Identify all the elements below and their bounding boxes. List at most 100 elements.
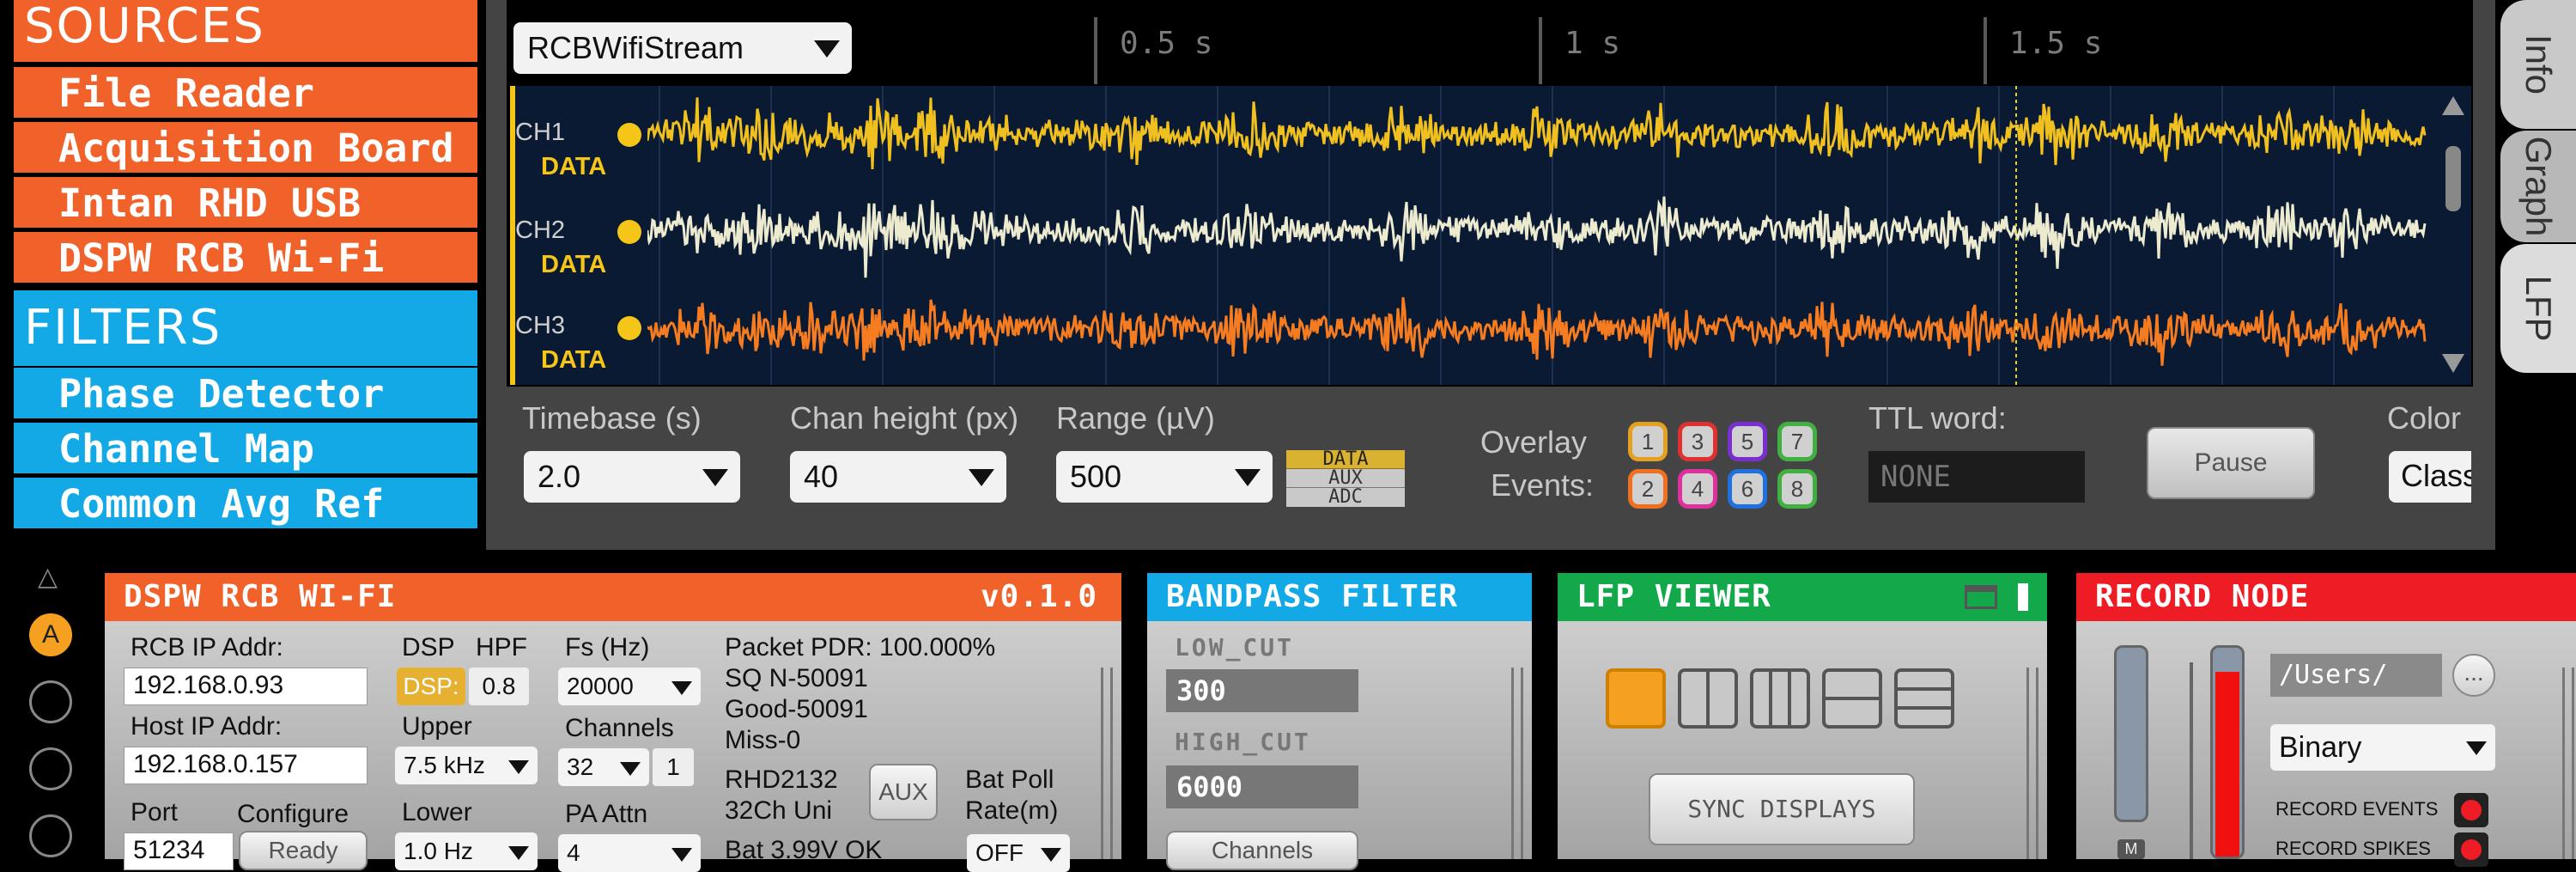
tab-info[interactable]: Info — [2500, 0, 2576, 129]
type-button-adc[interactable]: ADC — [1286, 488, 1405, 507]
ruler-divider — [1539, 17, 1542, 84]
port-field[interactable]: 51234 — [124, 832, 234, 870]
tab-icon[interactable] — [2018, 583, 2028, 611]
fs-select[interactable]: 20000 — [558, 668, 701, 705]
filters-header[interactable]: FILTERS — [14, 290, 477, 366]
timebase-value: 2.0 — [538, 459, 581, 494]
filter-channel-map[interactable]: Channel Map — [14, 423, 477, 476]
channel-scrollbar[interactable] — [2439, 93, 2468, 376]
dspw-scrollbar[interactable] — [1101, 668, 1113, 859]
range-select[interactable]: 500 — [1056, 451, 1273, 503]
layout-split-vertical-3-icon[interactable] — [1750, 668, 1810, 729]
record-path-field[interactable]: /Users/ — [2270, 654, 2442, 697]
high-cut-label: HIGH_CUT — [1175, 728, 1311, 756]
record-format-select[interactable]: Binary — [2270, 724, 2495, 771]
event-toggle-2[interactable]: 2 — [1628, 469, 1668, 509]
sources-header[interactable]: SOURCES — [14, 0, 477, 62]
upper-select[interactable]: 7.5 kHz — [395, 747, 538, 784]
channels-extra-field[interactable]: 1 — [653, 748, 694, 786]
type-button-data[interactable]: DATA — [1286, 450, 1405, 469]
channels-button[interactable]: Channels — [1166, 831, 1358, 870]
tab-graph[interactable]: Graph — [2500, 131, 2576, 242]
event-toggle-3[interactable]: 3 — [1678, 422, 1717, 461]
meter-m-label: M — [2124, 840, 2138, 857]
record-spikes-toggle[interactable] — [2454, 832, 2488, 867]
pa-attn-select[interactable]: 4 — [558, 834, 701, 872]
chevron-down-icon — [814, 40, 840, 58]
chain-a-button[interactable]: A — [29, 613, 72, 656]
type-button-aux[interactable]: AUX — [1286, 469, 1405, 488]
channels-label: Channels — [565, 714, 674, 742]
bandpass-title[interactable]: BANDPASS FILTER — [1147, 573, 1532, 621]
channel-status-dot[interactable] — [617, 123, 641, 147]
ttl-word-label: TTL word: — [1868, 400, 2007, 436]
channel-status-dot[interactable] — [617, 220, 641, 244]
color-scheme-select[interactable]: Classic — [2389, 451, 2471, 503]
upper-value: 7.5 kHz — [404, 752, 485, 778]
ruler-divider — [1984, 17, 1987, 84]
pause-button[interactable]: Pause — [2147, 427, 2315, 499]
lower-select[interactable]: 1.0 Hz — [395, 832, 538, 870]
channel-status-dot[interactable] — [617, 316, 641, 340]
source-dspw-rcb-wifi[interactable]: DSPW RCB Wi-Fi — [14, 232, 477, 285]
scroll-thumb[interactable] — [2445, 146, 2461, 211]
signal-traces — [647, 86, 2427, 385]
filter-phase-detector[interactable]: Phase Detector — [14, 368, 477, 421]
lfp-viewer-scrollbar[interactable] — [2026, 668, 2038, 859]
chip-config: 32Ch Uni — [725, 796, 833, 825]
event-toggle-6[interactable]: 6 — [1728, 469, 1767, 509]
dspw-title-bar[interactable]: DSPW RCB WI-FI v0.1.0 — [105, 573, 1121, 621]
rcb-ip-field[interactable]: 192.168.0.93 — [124, 668, 368, 705]
source-file-reader[interactable]: File Reader — [14, 67, 477, 120]
window-icon[interactable] — [1965, 585, 1997, 609]
timebase-select[interactable]: 2.0 — [524, 451, 740, 503]
dsp-toggle-button[interactable]: DSP: — [397, 668, 465, 705]
chan-height-select[interactable]: 40 — [790, 451, 1006, 503]
event-toggle-7[interactable]: 7 — [1777, 422, 1817, 461]
host-ip-field[interactable]: 192.168.0.157 — [124, 747, 368, 784]
event-toggle-8[interactable]: 8 — [1777, 469, 1817, 509]
scroll-up-icon[interactable] — [2442, 96, 2464, 115]
tab-lfp[interactable]: LFP — [2500, 244, 2576, 373]
sync-displays-button[interactable]: SYNC DISPLAYS — [1649, 773, 1915, 845]
chain-slot-button[interactable] — [29, 747, 72, 790]
record-events-toggle[interactable] — [2454, 793, 2488, 827]
record-scrollbar[interactable] — [2562, 668, 2574, 859]
layout-single-icon[interactable] — [1606, 668, 1666, 729]
chain-slot-button[interactable] — [29, 680, 72, 723]
channels-select[interactable]: 32 — [558, 748, 649, 786]
layout-split-horizontal-2-icon[interactable] — [1822, 668, 1882, 729]
tab-graph-label: Graph — [2518, 136, 2559, 237]
bat-poll-select[interactable]: OFF — [967, 834, 1070, 872]
layout-split-horizontal-3-icon[interactable] — [1894, 668, 1954, 729]
lfp-viewer-title: LFP VIEWER — [1577, 579, 1771, 614]
chain-slot-button[interactable] — [29, 814, 72, 857]
aux-button[interactable]: AUX — [869, 764, 938, 820]
channel-name: CH2 — [515, 216, 566, 244]
layout-split-vertical-2-icon[interactable] — [1678, 668, 1738, 729]
stream-selector[interactable]: RCBWifiStream — [513, 22, 852, 74]
record-node-title[interactable]: RECORD NODE — [2076, 573, 2576, 621]
low-cut-field[interactable]: 300 — [1166, 669, 1358, 712]
collapse-triangle-icon[interactable]: △ — [38, 562, 58, 592]
event-toggle-4[interactable]: 4 — [1678, 469, 1717, 509]
filter-common-avg-ref[interactable]: Common Avg Ref — [14, 478, 477, 531]
ready-button[interactable]: Ready — [239, 831, 368, 870]
event-toggle-5[interactable]: 5 — [1728, 422, 1767, 461]
meter-m-button[interactable]: M — [2117, 839, 2145, 859]
range-value: 500 — [1070, 459, 1122, 494]
lfp-viewer-title-bar[interactable]: LFP VIEWER — [1558, 573, 2047, 621]
high-cut-field[interactable]: 6000 — [1166, 765, 1358, 808]
overlay-events-label: Events: — [1491, 467, 1595, 503]
event-toggle-1[interactable]: 1 — [1628, 422, 1668, 461]
sidebar: SOURCES File Reader Acquisition Board In… — [0, 0, 486, 550]
bandpass-scrollbar[interactable] — [1511, 668, 1523, 859]
scroll-down-icon[interactable] — [2442, 354, 2464, 373]
pa-attn-value: 4 — [567, 839, 580, 866]
source-acquisition-board[interactable]: Acquisition Board — [14, 122, 477, 175]
source-intan-rhd-usb[interactable]: Intan RHD USB — [14, 177, 477, 230]
ttl-word-value: NONE — [1868, 451, 2085, 503]
browse-button[interactable]: ... — [2452, 654, 2495, 697]
hpf-value[interactable]: 0.8 — [469, 668, 529, 705]
rcb-ip-label: RCB IP Addr: — [131, 633, 283, 662]
